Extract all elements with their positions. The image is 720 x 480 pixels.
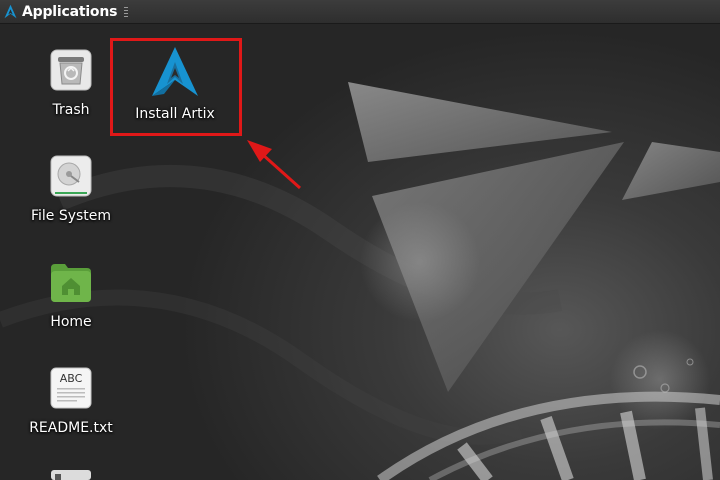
applications-menu-label: Applications <box>22 3 118 20</box>
desktop-icon-readme[interactable]: ABC README.txt <box>11 366 131 436</box>
trash-icon <box>50 49 92 91</box>
desktop-icon-label: Home <box>50 314 92 330</box>
panel-drag-handle[interactable] <box>124 6 129 17</box>
desktop-icon-partial[interactable] <box>11 470 131 480</box>
desktop-icon-label: README.txt <box>29 420 113 436</box>
applications-menu-button[interactable]: Applications <box>0 0 121 24</box>
desktop-icon-label: File System <box>30 208 112 224</box>
desktop-icon-home[interactable]: Home <box>11 260 131 330</box>
wallpaper-shard <box>622 142 720 200</box>
file-icon-text: ABC <box>60 372 83 385</box>
text-file-icon: ABC <box>50 367 92 409</box>
home-folder-icon <box>51 264 91 302</box>
partial-icon <box>51 470 91 480</box>
top-panel: Applications <box>0 0 720 24</box>
desktop-icon-file-system[interactable]: File System <box>11 154 131 224</box>
highlight-box <box>110 38 242 136</box>
artix-logo-icon <box>4 4 17 19</box>
wallpaper-shard <box>348 82 612 162</box>
hard-drive-icon <box>50 155 92 197</box>
